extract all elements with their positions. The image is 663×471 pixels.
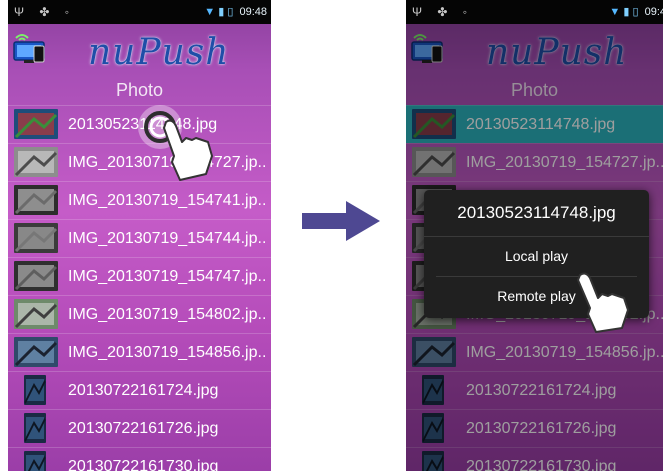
- file-name: 20130722161730.jpg: [68, 458, 219, 471]
- phone-screen-before: Ψ ✤ ◦ ▼ ▮ ▯ 09:48 nuPush Photo 201305231…: [8, 0, 271, 471]
- file-name: 20130722161724.jpg: [68, 382, 219, 399]
- app-header: nuPush: [8, 24, 271, 76]
- thumbnail-image: [14, 261, 58, 291]
- section-title: Photo: [115, 80, 164, 100]
- status-notification-icons: Ψ ✤ ◦: [14, 5, 76, 19]
- thumbnail-image: [14, 299, 58, 329]
- file-list-item[interactable]: 20130722161726.jpg: [8, 409, 271, 447]
- signal-icon: ▯: [227, 6, 234, 18]
- status-clock: 09:48: [239, 6, 267, 18]
- file-list-item[interactable]: IMG_20130719_154856.jp..: [8, 333, 271, 371]
- file-name: IMG_20130719_154802.jp..: [68, 306, 267, 323]
- thumbnail-image: [24, 413, 46, 443]
- phone-screen-after: Ψ ✤ ◦ ▼ ▮ ▯ 09:4 nuPush Photo 2013052311…: [406, 0, 663, 471]
- file-list-item[interactable]: 20130722161724.jpg: [8, 371, 271, 409]
- wifi-icon: ▼: [204, 6, 216, 18]
- file-list-item[interactable]: IMG_20130719_154744.jp..: [8, 219, 271, 257]
- battery-icon: ▮: [218, 6, 225, 18]
- status-right: ▼ ▮ ▯ 09:4: [609, 0, 663, 24]
- hand-pointer-icon: [138, 105, 213, 181]
- file-list-item[interactable]: IMG_20130719_154802.jp..: [8, 295, 271, 333]
- status-notification-icons: Ψ ✤ ◦: [412, 5, 474, 19]
- thumbnail-image: [14, 185, 58, 215]
- status-bar: Ψ ✤ ◦ ▼ ▮ ▯ 09:4: [406, 0, 663, 24]
- file-name: IMG_20130719_154856.jp..: [68, 344, 267, 361]
- status-bar: Ψ ✤ ◦ ▼ ▮ ▯ 09:48: [8, 0, 271, 24]
- hand-pointer-icon: [577, 272, 629, 333]
- status-right: ▼ ▮ ▯ 09:48: [204, 0, 267, 24]
- file-name: 20130722161726.jpg: [68, 420, 219, 437]
- local-play-button[interactable]: Local play: [424, 236, 649, 276]
- thumbnail-image: [14, 337, 58, 367]
- thumbnail-image: [14, 223, 58, 253]
- wifi-icon: ▼: [609, 6, 621, 18]
- file-list-item[interactable]: IMG_20130719_154747.jp..: [8, 257, 271, 295]
- thumbnail-image: [24, 375, 46, 405]
- arrow-right-icon: [302, 201, 380, 241]
- thumbnail-image: [14, 147, 58, 177]
- file-list-item[interactable]: 20130722161730.jpg: [8, 447, 271, 471]
- app-title: nuPush: [88, 32, 230, 73]
- battery-icon: ▮: [623, 6, 630, 18]
- signal-icon: ▯: [632, 6, 639, 18]
- menu-title: 20130523114748.jpg: [457, 203, 616, 222]
- thumbnail-image: [24, 451, 46, 471]
- file-name: IMG_20130719_154744.jp..: [68, 230, 267, 247]
- file-name: IMG_20130719_154747.jp..: [68, 268, 267, 285]
- thumbnail-image: [14, 109, 58, 139]
- tv-cast-icon[interactable]: [12, 32, 48, 68]
- status-clock: 09:4: [644, 6, 663, 18]
